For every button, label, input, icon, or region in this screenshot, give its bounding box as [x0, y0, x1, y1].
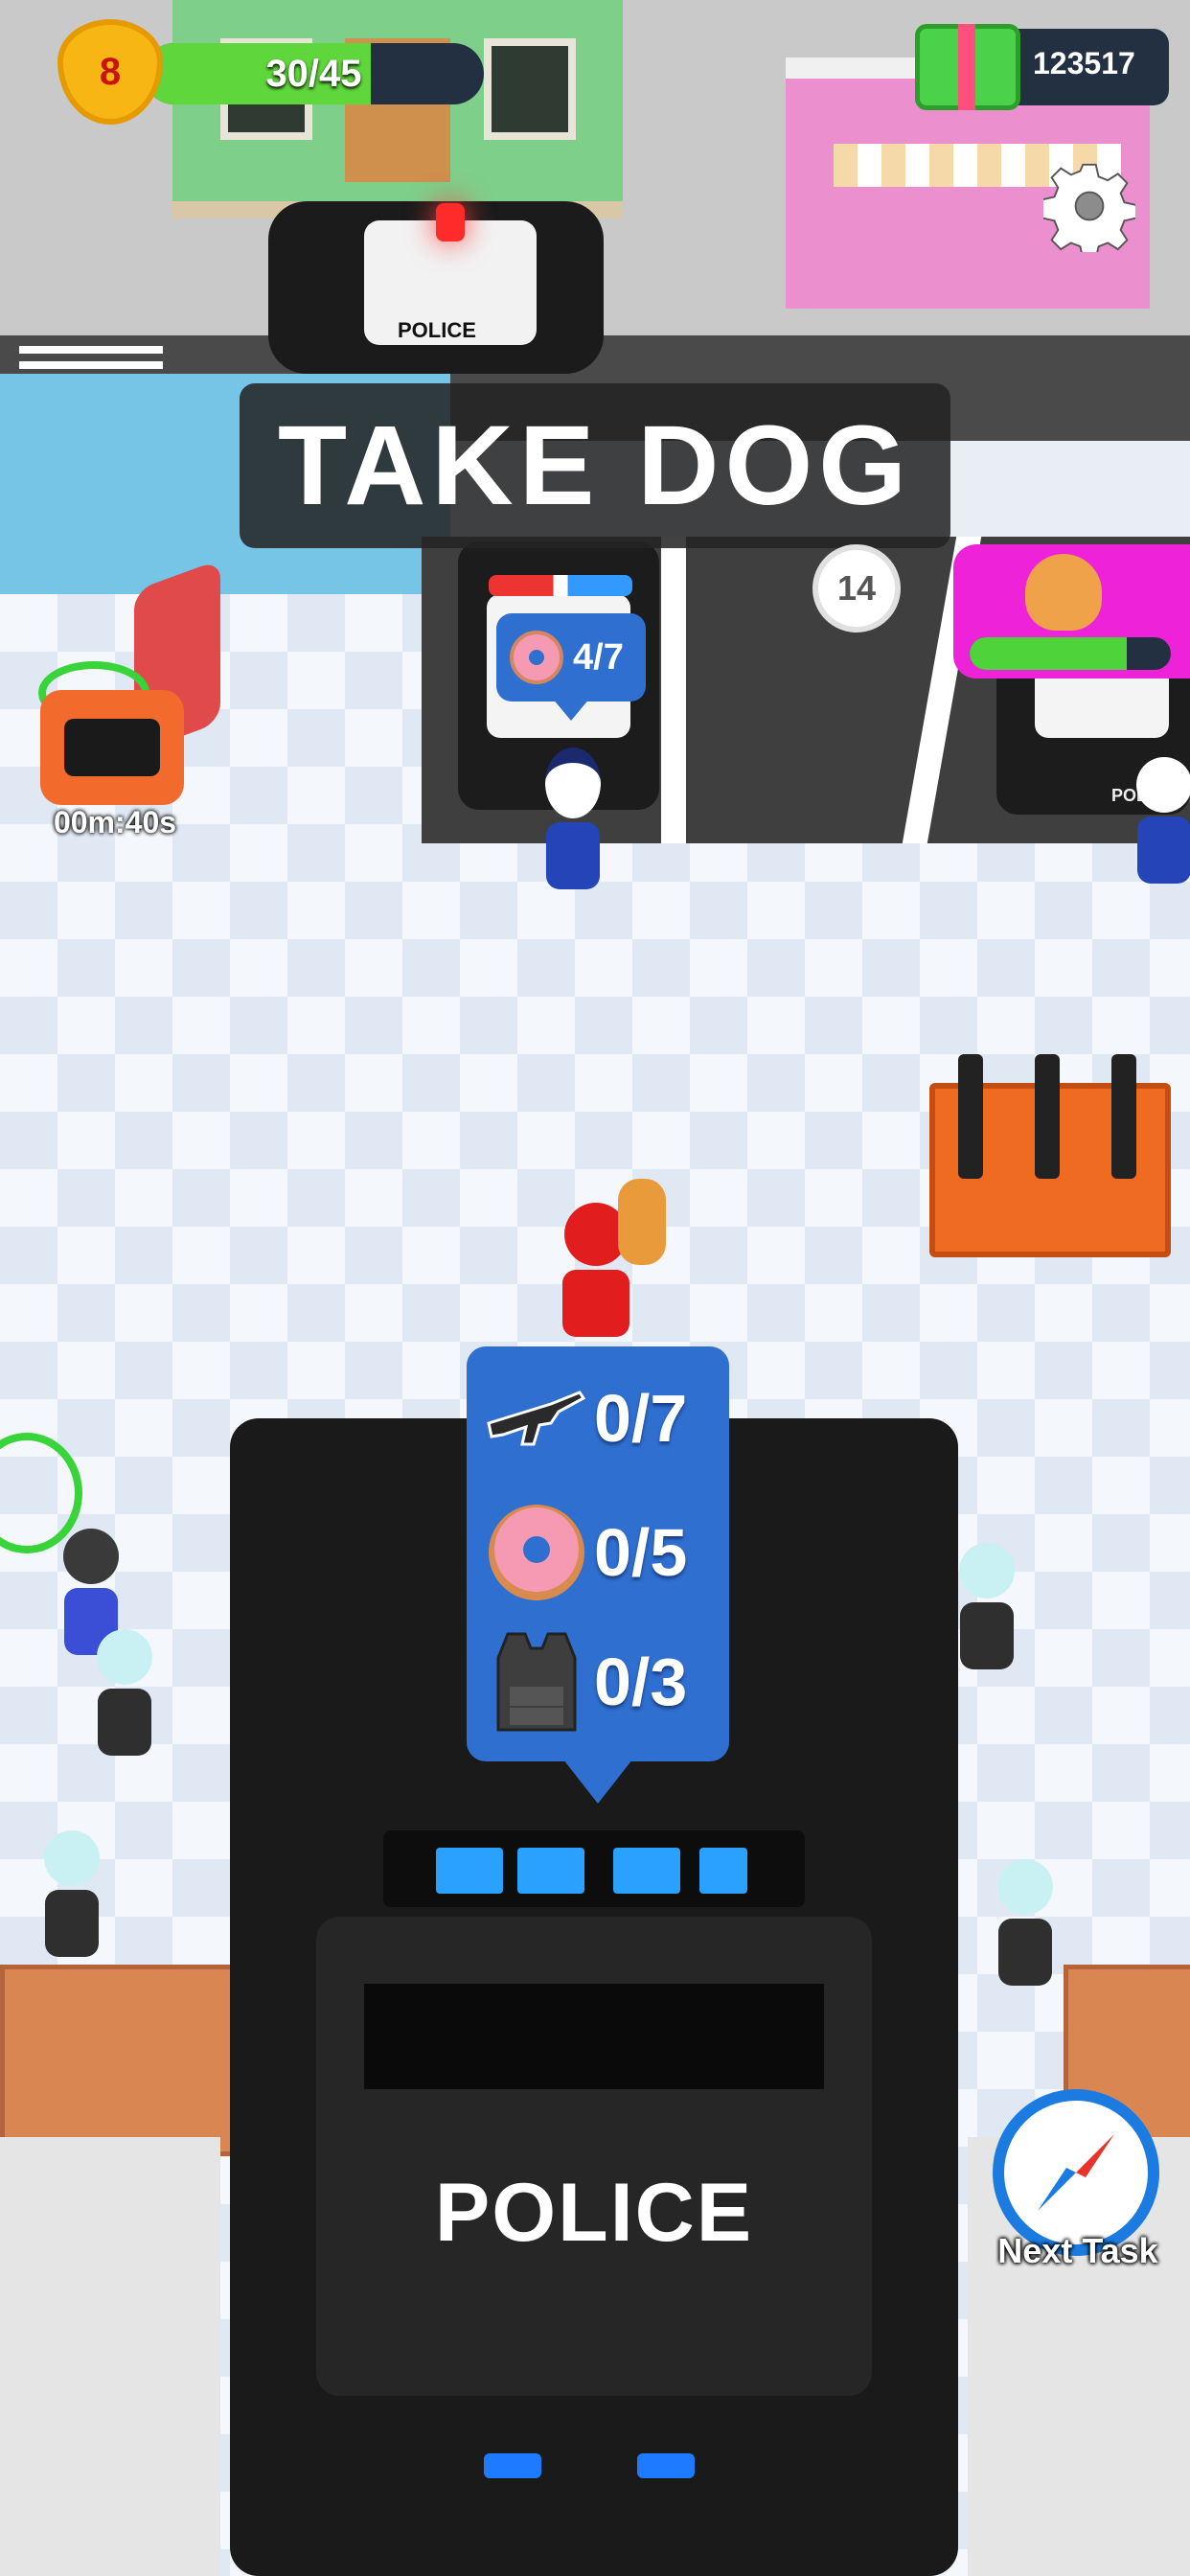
car-order-text: 4/7	[573, 636, 624, 678]
dog-progress-fill	[970, 637, 1127, 670]
car-lightbar	[489, 575, 632, 596]
donut-icon	[510, 631, 563, 684]
xp-progress-bar: 30/45	[144, 43, 484, 104]
blue-light	[517, 1848, 584, 1894]
gear-icon[interactable]	[1037, 153, 1142, 259]
order-row-rifle: 0/7	[479, 1366, 719, 1471]
police-dog-icon	[1025, 554, 1102, 631]
vest-icon	[479, 1632, 594, 1732]
building-window	[484, 38, 576, 140]
rifle-stack	[1035, 1054, 1060, 1179]
order-rifle-count: 0/7	[594, 1381, 688, 1456]
blue-light	[613, 1848, 680, 1894]
crosswalk	[19, 340, 163, 369]
truck-label: POLICE	[434, 2167, 754, 2259]
riot-officer	[996, 1859, 1054, 2003]
police-officer	[1135, 757, 1190, 901]
truck-windshield	[364, 1984, 824, 2089]
police-officer	[544, 748, 602, 891]
order-row-vest: 0/3	[479, 1629, 719, 1735]
riot-officer	[43, 1830, 101, 1974]
patrol-car-label: POLICE	[398, 318, 476, 342]
riot-officer	[96, 1629, 153, 1773]
cash-band	[958, 24, 975, 110]
donut-icon	[479, 1505, 594, 1600]
cash-amount: 123517	[1033, 46, 1135, 80]
xp-text: 30/45	[265, 52, 362, 95]
dog-upgrade-progress	[970, 637, 1171, 670]
headlight	[637, 2453, 695, 2478]
blue-light	[699, 1848, 747, 1894]
bubble-tail	[552, 698, 590, 721]
bubble-tail	[563, 1760, 632, 1804]
timer-text: 00m:40s	[53, 805, 177, 840]
next-task-label[interactable]: Next Task	[968, 2231, 1188, 2271]
police-dog	[618, 1179, 666, 1265]
rifle-stack	[1111, 1054, 1136, 1179]
level-number: 8	[99, 50, 122, 93]
swat-truck-icon	[64, 719, 160, 776]
siren-light	[436, 203, 465, 242]
task-banner: TAKE DOG	[240, 383, 950, 548]
rifle-icon	[479, 1370, 594, 1466]
order-donut-count: 0/5	[594, 1515, 688, 1590]
blue-light	[436, 1848, 503, 1894]
riot-officer	[958, 1543, 1016, 1687]
order-vest-count: 0/3	[594, 1644, 688, 1719]
sidewalk-left	[0, 2137, 220, 2576]
cardboard-box	[0, 1965, 240, 2156]
order-row-donut: 0/5	[479, 1500, 719, 1605]
car-order-bubble: 4/7	[496, 613, 646, 702]
rifle-stack	[958, 1054, 983, 1179]
headlight	[484, 2453, 541, 2478]
queue-counter: 14	[812, 544, 901, 632]
parking-line	[661, 537, 686, 843]
timer-card[interactable]	[40, 690, 184, 805]
